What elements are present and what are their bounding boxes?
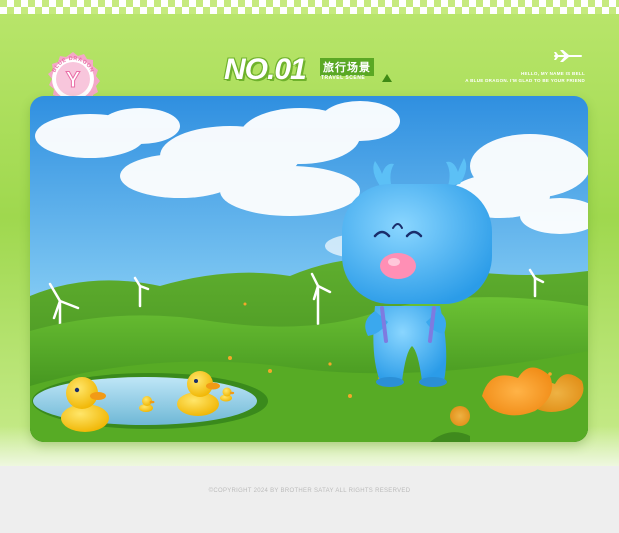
scene-svg — [30, 96, 588, 442]
checker-border — [0, 0, 619, 14]
scene-number: NO.01 — [224, 53, 307, 86]
intro-line-1: HELLO, MY NAME IS BELL — [520, 71, 585, 76]
triangle-icon — [382, 74, 392, 82]
copyright-text: ©COPYRIGHT 2024 BY BROTHER SATAY ALL RIG… — [208, 488, 411, 494]
scene-title-cn: 旅行场景 — [320, 58, 374, 76]
airplane-icon — [554, 50, 582, 62]
svg-text:Y: Y — [66, 67, 81, 92]
footer-strip — [0, 466, 619, 533]
title-block: NO.01 旅行场景 TRAVEL SCENE — [224, 55, 404, 87]
intro-line-2: A BLUE DRAGON. I'M GLAD TO BE YOUR FRIEN… — [465, 78, 585, 83]
scene-title-en: TRAVEL SCENE — [321, 75, 366, 81]
scene-illustration — [30, 96, 588, 442]
intro-text: HELLO, MY NAME IS BELL A BLUE DRAGON. I'… — [465, 70, 585, 84]
